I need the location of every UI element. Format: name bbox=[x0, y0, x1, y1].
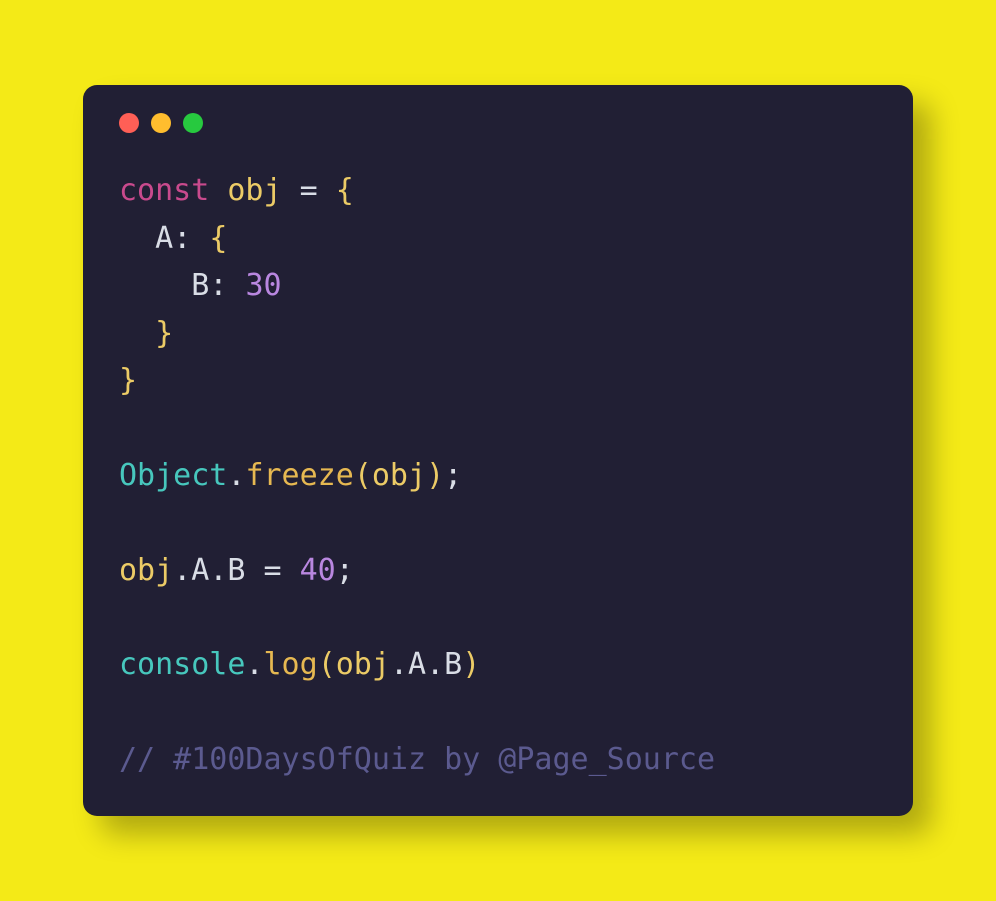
token-brace-open: { bbox=[336, 173, 354, 208]
token-var-obj: obj bbox=[227, 173, 281, 208]
token-paren-open: ( bbox=[318, 647, 336, 682]
token-dot: . bbox=[173, 553, 191, 588]
token-prop-a: A bbox=[155, 221, 173, 256]
token-number-40: 40 bbox=[300, 553, 336, 588]
window-traffic-lights bbox=[119, 113, 877, 133]
token-prop-b: B bbox=[444, 647, 462, 682]
token-prop-b: B bbox=[191, 268, 209, 303]
token-paren-close: ) bbox=[462, 647, 480, 682]
token-eq: = bbox=[264, 553, 282, 588]
token-semi: ; bbox=[336, 553, 354, 588]
token-number-30: 30 bbox=[245, 268, 281, 303]
token-brace-close: } bbox=[119, 363, 137, 398]
code-block: const obj = { A: { B: 30 } } Object.free… bbox=[119, 167, 877, 783]
token-method-freeze: freeze bbox=[245, 458, 353, 493]
token-class-console: console bbox=[119, 647, 245, 682]
token-paren-close: ) bbox=[426, 458, 444, 493]
token-arg-obj: obj bbox=[336, 647, 390, 682]
token-keyword-const: const bbox=[119, 173, 209, 208]
close-icon[interactable] bbox=[119, 113, 139, 133]
minimize-icon[interactable] bbox=[151, 113, 171, 133]
token-arg-obj: obj bbox=[372, 458, 426, 493]
token-dot: . bbox=[245, 647, 263, 682]
token-method-log: log bbox=[264, 647, 318, 682]
token-paren-open: ( bbox=[354, 458, 372, 493]
token-prop-b: B bbox=[227, 553, 245, 588]
token-prop-a: A bbox=[191, 553, 209, 588]
token-dot: . bbox=[209, 553, 227, 588]
token-brace-open: { bbox=[209, 221, 227, 256]
token-indent bbox=[119, 221, 155, 256]
token-indent bbox=[119, 268, 191, 303]
token-eq: = bbox=[300, 173, 318, 208]
token-dot: . bbox=[426, 647, 444, 682]
token-semi: ; bbox=[444, 458, 462, 493]
token-colon: : bbox=[209, 268, 227, 303]
token-dot: . bbox=[227, 458, 245, 493]
token-indent bbox=[119, 316, 155, 351]
token-prop-a: A bbox=[408, 647, 426, 682]
token-colon: : bbox=[173, 221, 191, 256]
token-var-obj: obj bbox=[119, 553, 173, 588]
token-comment: // #100DaysOfQuiz by @Page_Source bbox=[119, 742, 715, 777]
token-brace-close: } bbox=[155, 316, 173, 351]
token-class-object: Object bbox=[119, 458, 227, 493]
token-dot: . bbox=[390, 647, 408, 682]
code-window: const obj = { A: { B: 30 } } Object.free… bbox=[83, 85, 913, 815]
zoom-icon[interactable] bbox=[183, 113, 203, 133]
